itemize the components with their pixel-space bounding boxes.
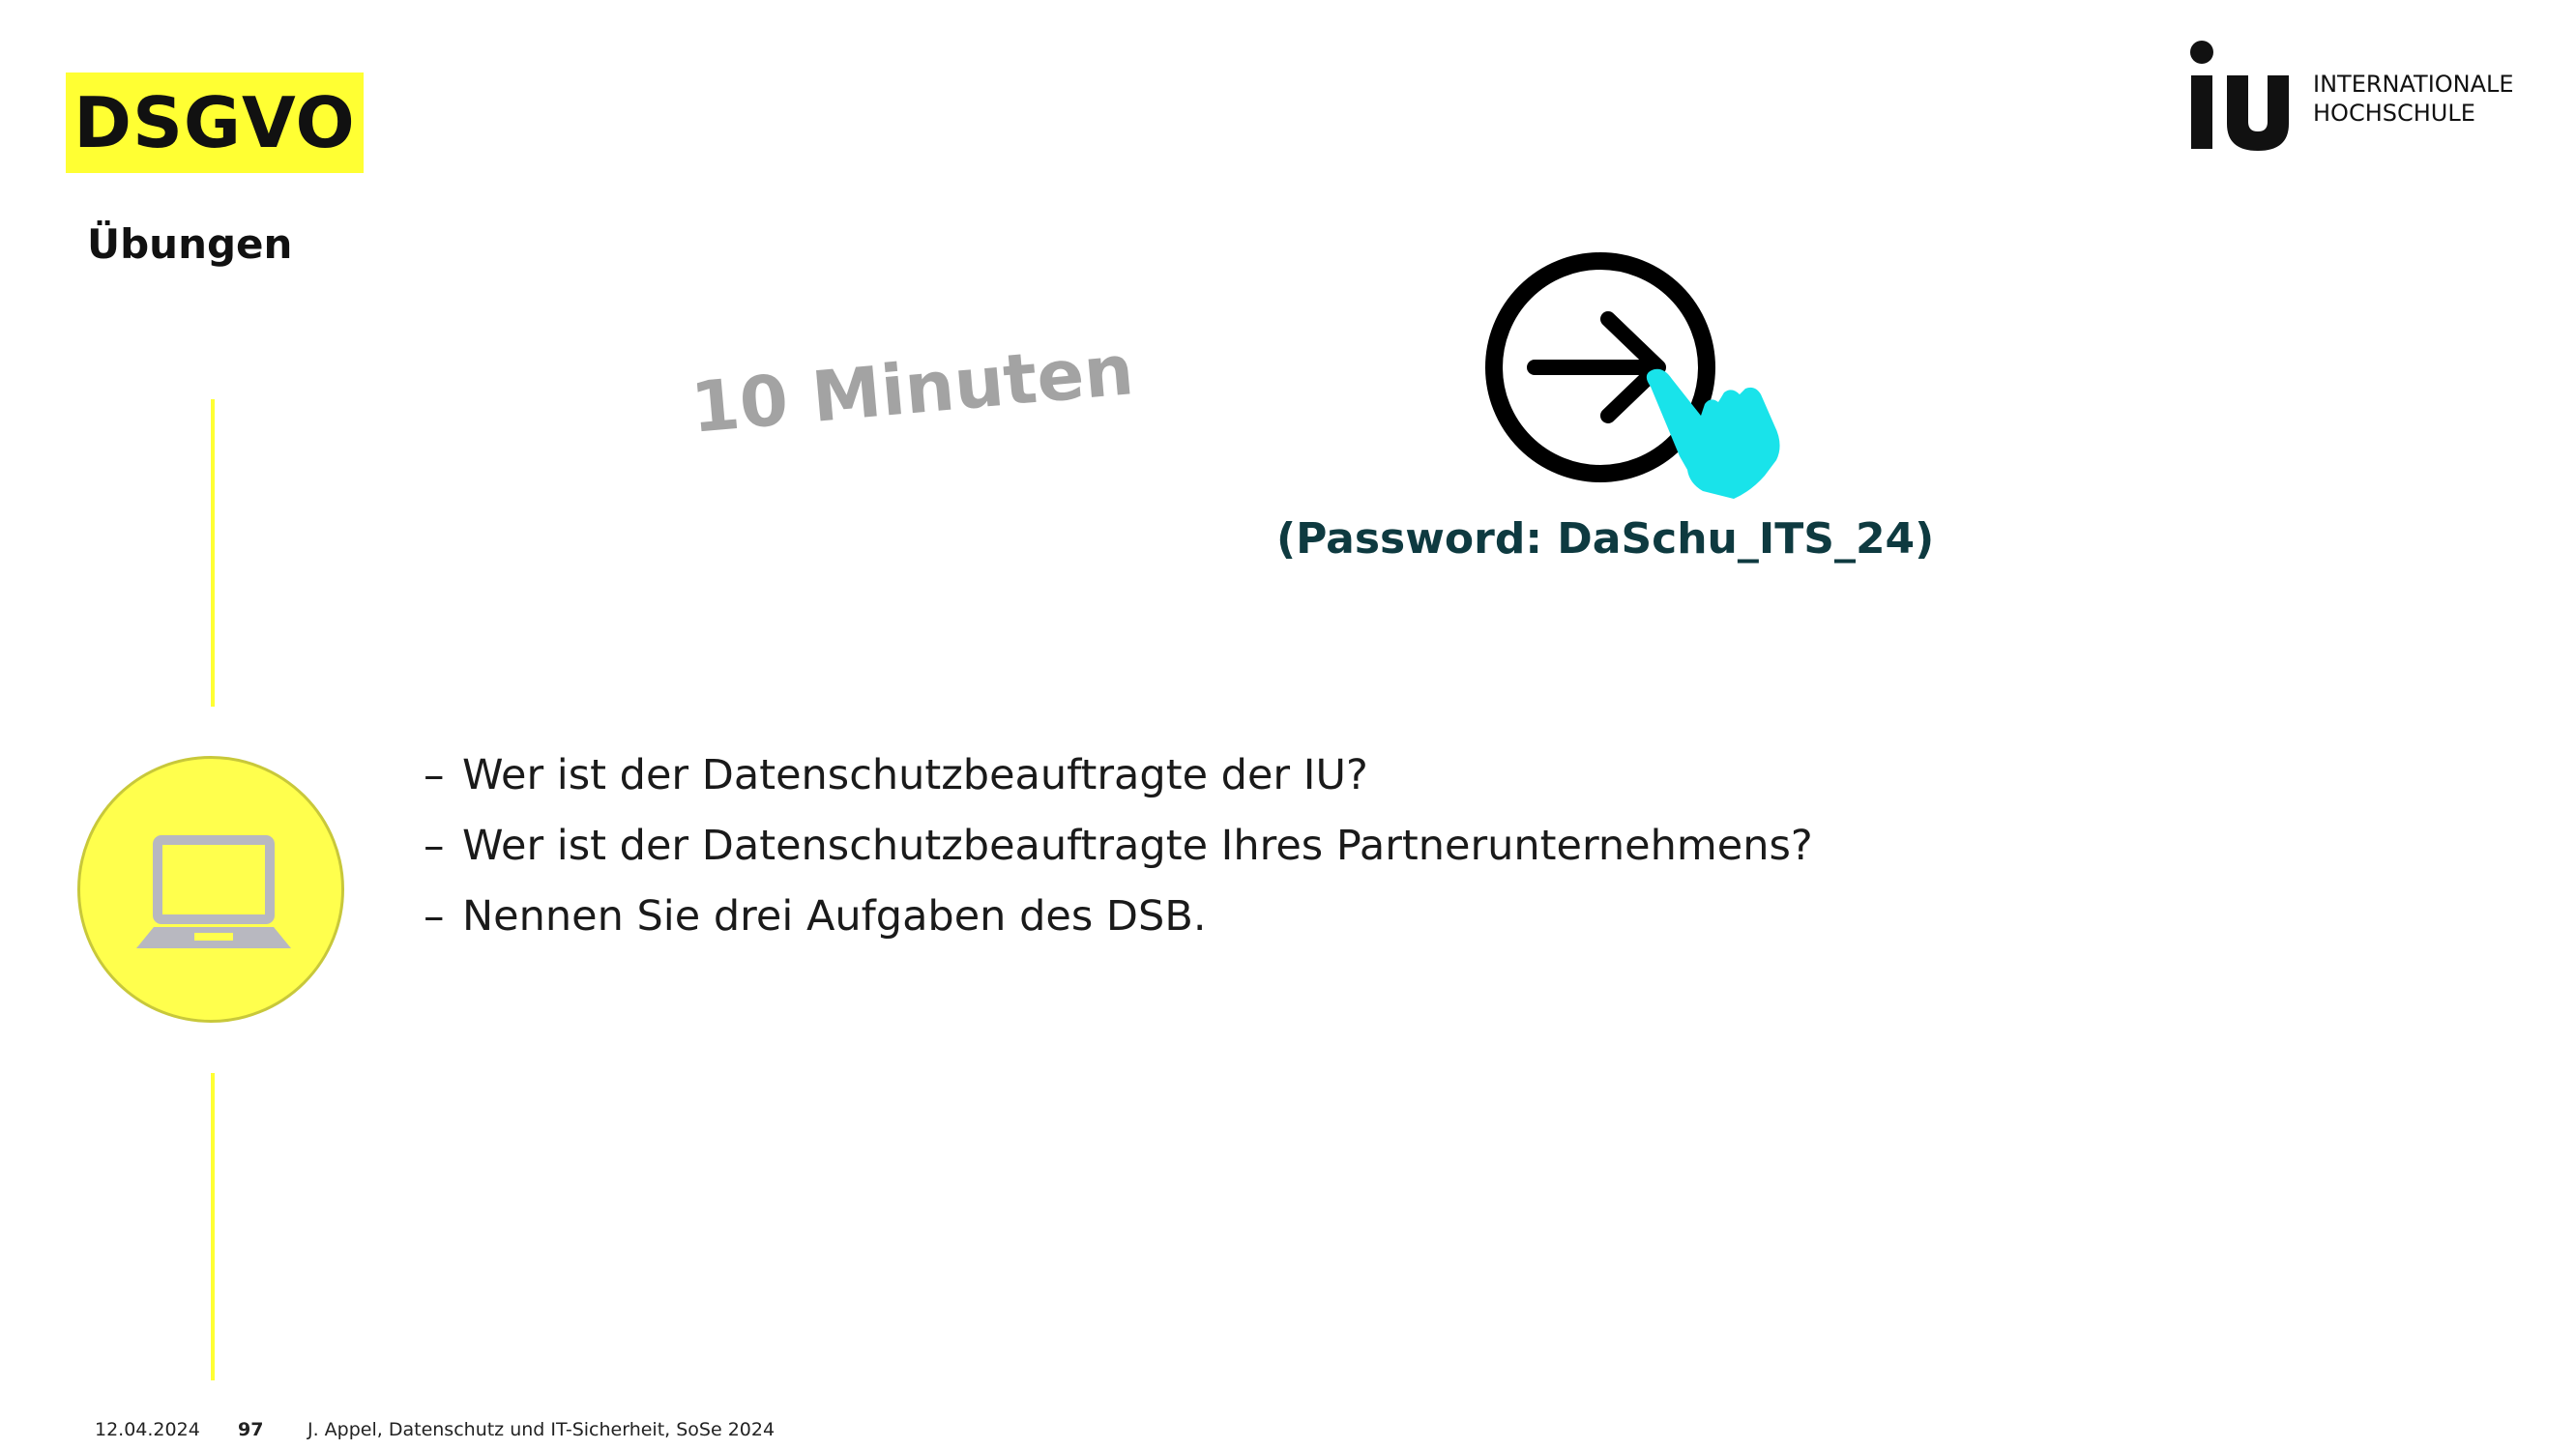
question-text: Nennen Sie drei Aufgaben des DSB. [462, 892, 1207, 941]
footer-date: 12.04.2024 [95, 1419, 200, 1440]
question-list: – Wer ist der Datenschutzbeauftragte der … [424, 746, 1813, 958]
password-hint: (Password: DaSchu_ITS_24) [1276, 514, 1935, 564]
logo-wordmark: INTERNATIONALE HOCHSCHULE [2313, 70, 2514, 128]
question-text: Wer ist der Datenschutzbeauftragte der I… [462, 751, 1368, 799]
iu-logo: INTERNATIONALE HOCHSCHULE [2181, 39, 2529, 155]
exercise-badge [77, 756, 344, 1023]
timeline-bottom [211, 1073, 215, 1380]
title-banner: DSGVO [66, 72, 364, 173]
footer-info: J. Appel, Datenschutz und IT-Sicherheit,… [307, 1419, 776, 1440]
laptop-icon [136, 835, 291, 948]
list-item: – Wer ist der Datenschutzbeauftragte Ihre… [424, 817, 1813, 887]
question-text: Wer ist der Datenschutzbeauftragte Ihres… [462, 822, 1813, 870]
list-dash: – [424, 892, 445, 941]
section-subtitle: Übungen [87, 220, 293, 268]
duration-label: 10 Minuten [688, 329, 1137, 449]
list-dash: – [424, 751, 445, 799]
iu-logo-mark [2190, 41, 2289, 151]
timeline-top [211, 399, 215, 707]
logo-line-1: INTERNATIONALE [2313, 71, 2514, 98]
footer-page-number: 97 [238, 1419, 264, 1440]
page-title: DSGVO [73, 82, 356, 163]
list-item: – Nennen Sie drei Aufgaben des DSB. [424, 887, 1813, 958]
list-dash: – [424, 822, 445, 870]
list-item: – Wer ist der Datenschutzbeauftragte der … [424, 746, 1813, 817]
exercise-link[interactable] [1484, 251, 1832, 522]
logo-line-2: HOCHSCHULE [2313, 100, 2475, 127]
